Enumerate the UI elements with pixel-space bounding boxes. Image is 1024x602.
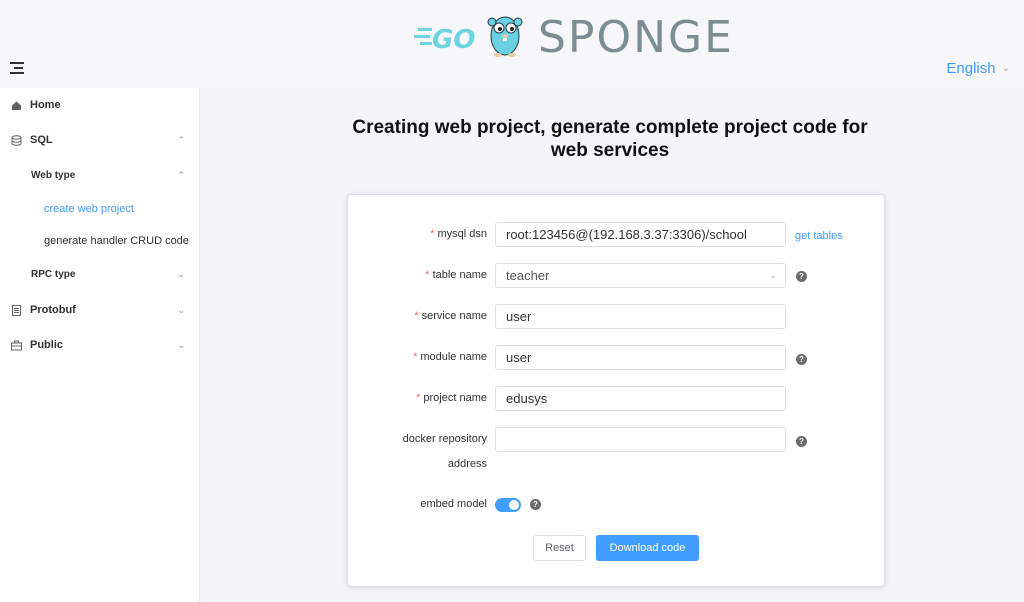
sidebar-item-protobuf[interactable]: Protobuf ⌄ <box>0 295 199 325</box>
sidebar: Home SQL ⌃ Web type ⌃ create web project… <box>0 88 200 602</box>
table-name-value: teacher <box>506 268 550 283</box>
chevron-down-icon: ⌄ <box>177 268 185 279</box>
embed-model-label: embed model <box>420 498 487 510</box>
sidebar-item-label: Protobuf <box>30 304 76 316</box>
svg-text:GO: GO <box>432 25 475 55</box>
top-header: GO SPONGE English ⌄ <box>0 0 1024 88</box>
service-name-label: * service name <box>414 310 487 322</box>
sidebar-item-public[interactable]: Public ⌄ <box>0 330 199 360</box>
form-card: * mysql dsn root:123456@(192.168.3.37:330… <box>347 194 885 587</box>
page-title: Creating web project, generate complete … <box>352 117 868 161</box>
service-name-input[interactable]: user <box>495 304 786 329</box>
gopher-icon <box>487 16 523 57</box>
database-icon <box>11 134 22 146</box>
sidebar-item-home[interactable]: Home <box>0 90 199 120</box>
download-code-button[interactable]: Download code <box>596 535 699 561</box>
sponge-logo: GO SPONGE <box>412 8 772 63</box>
table-name-label: * table name <box>425 269 487 281</box>
sidebar-item-web-type[interactable]: Web type ⌃ <box>0 160 199 190</box>
sidebar-item-generate-handler[interactable]: generate handler CRUD code <box>0 226 199 256</box>
help-icon[interactable]: ? <box>796 436 807 447</box>
sidebar-item-sql[interactable]: SQL ⌃ <box>0 125 199 155</box>
project-name-label: * project name <box>416 392 487 404</box>
sidebar-item-label: Home <box>30 99 61 111</box>
sidebar-item-label: RPC type <box>31 268 76 280</box>
home-icon <box>11 100 22 111</box>
help-icon[interactable]: ? <box>796 271 807 282</box>
reset-button[interactable]: Reset <box>533 535 586 561</box>
language-label: English <box>946 60 996 77</box>
briefcase-icon <box>11 340 22 351</box>
mysql-dsn-input[interactable]: root:123456@(192.168.3.37:3306)/school <box>495 222 786 247</box>
chevron-up-icon: ⌃ <box>177 169 185 180</box>
sidebar-item-label: create web project <box>44 203 134 215</box>
docker-repository-input[interactable] <box>495 427 786 452</box>
chevron-up-icon: ⌃ <box>177 134 185 145</box>
sidebar-item-label: generate handler CRUD code <box>44 235 189 247</box>
sidebar-item-label: Public <box>30 339 64 351</box>
get-tables-link[interactable]: get tables <box>795 230 843 242</box>
menu-toggle-icon[interactable] <box>10 62 24 74</box>
help-icon[interactable]: ? <box>530 499 541 510</box>
docker-repository-label: docker repository address <box>402 433 487 470</box>
module-name-label: * module name <box>413 351 487 363</box>
table-name-select[interactable]: teacher ⌄ <box>495 263 786 288</box>
embed-model-toggle[interactable] <box>495 498 521 512</box>
project-name-input[interactable]: edusys <box>495 386 786 411</box>
chevron-down-icon: ⌄ <box>177 339 185 350</box>
sidebar-item-label: Web type <box>31 169 76 181</box>
document-icon <box>11 304 22 316</box>
chevron-down-icon: ⌄ <box>769 270 777 280</box>
chevron-down-icon: ⌄ <box>1001 63 1010 74</box>
mysql-dsn-label: * mysql dsn <box>430 228 487 240</box>
language-select[interactable]: English ⌄ <box>946 60 1010 77</box>
sidebar-item-create-web-project[interactable]: create web project <box>0 194 199 224</box>
toggle-knob <box>509 500 519 510</box>
help-icon[interactable]: ? <box>796 354 807 365</box>
chevron-down-icon: ⌄ <box>177 304 185 315</box>
sidebar-item-rpc-type[interactable]: RPC type ⌄ <box>0 259 199 289</box>
svg-text:SPONGE: SPONGE <box>538 12 734 60</box>
module-name-input[interactable]: user <box>495 345 786 370</box>
sidebar-item-label: SQL <box>30 134 53 146</box>
